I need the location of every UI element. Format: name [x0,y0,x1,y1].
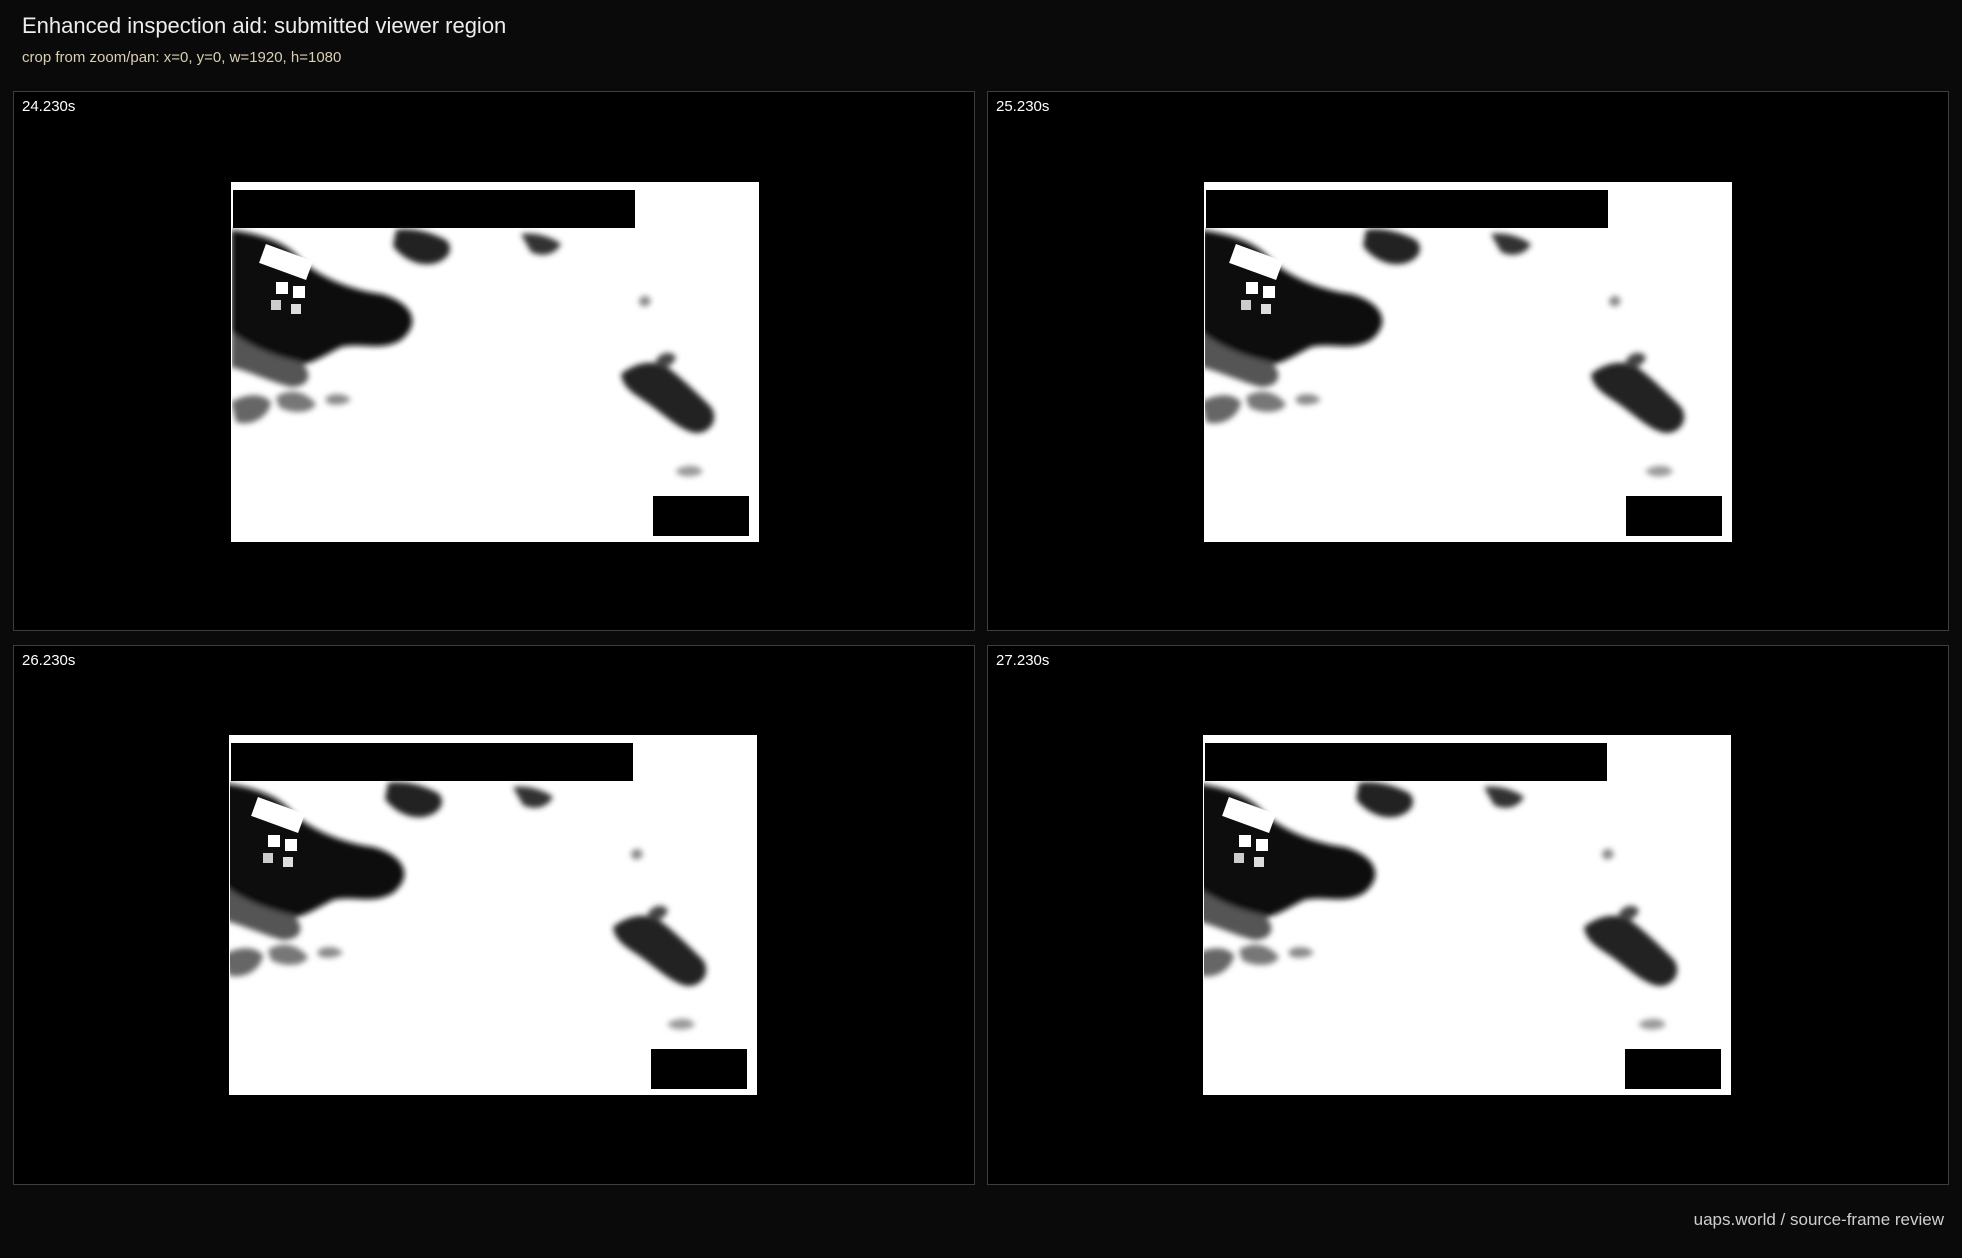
frame-image [1204,182,1732,542]
frame-panel-2[interactable]: 25.230s [987,91,1949,631]
frame-panel-3[interactable]: 26.230s [13,645,975,1185]
frame-image [1203,735,1731,1095]
frame-timestamp: 24.230s [22,98,76,115]
frame-timestamp: 26.230s [22,652,76,669]
frame-panel-1[interactable]: 24.230s [13,91,975,631]
frame-timestamp: 27.230s [996,652,1050,669]
page-title: Enhanced inspection aid: submitted viewe… [22,13,507,38]
frame-image [229,735,757,1095]
frame-timestamp: 25.230s [996,98,1050,115]
frame-panel-4[interactable]: 27.230s [987,645,1949,1185]
crop-info: crop from zoom/pan: x=0, y=0, w=1920, h=… [22,49,342,66]
footer-credit: uaps.world / source-frame review [1693,1210,1944,1229]
frame-image [231,182,759,542]
inspection-page: Enhanced inspection aid: submitted viewe… [0,0,1962,1258]
